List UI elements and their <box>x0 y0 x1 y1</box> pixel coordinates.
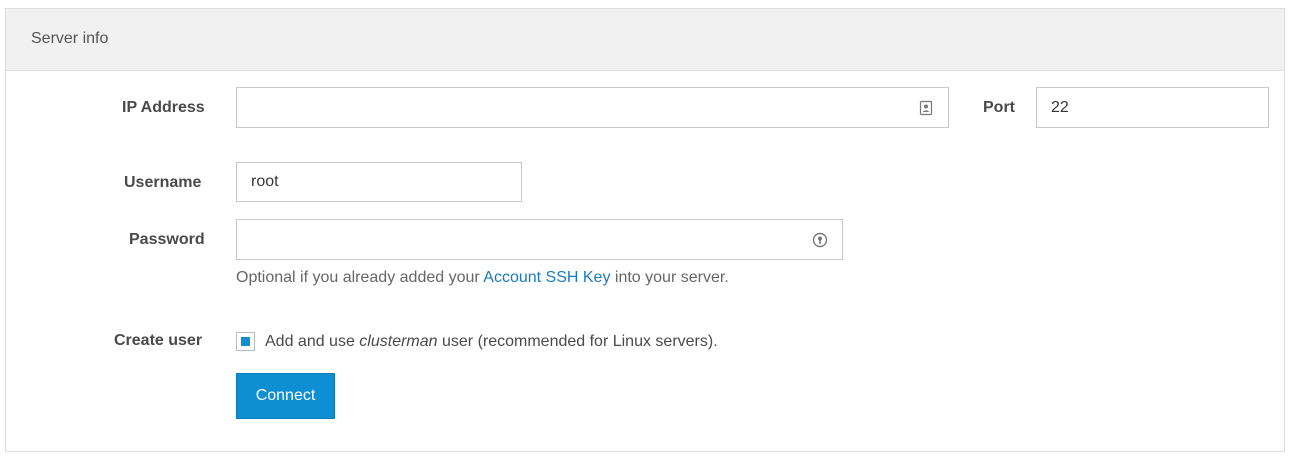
ip-address-label: IP Address <box>122 99 205 116</box>
port-input[interactable]: 22 <box>1036 87 1269 128</box>
create-user-description: Add and use clusterman user (recommended… <box>265 333 718 350</box>
create-user-checkbox[interactable] <box>236 332 255 351</box>
username-label: Username <box>124 174 202 191</box>
password-label: Password <box>129 231 205 248</box>
account-ssh-key-link[interactable]: Account SSH Key <box>483 269 610 286</box>
password-help-text: Optional if you already added your Accou… <box>236 269 729 286</box>
password-manager-icon[interactable] <box>812 232 828 248</box>
ip-address-input[interactable] <box>236 87 949 128</box>
username-input[interactable]: root <box>236 162 522 202</box>
create-user-label: Create user <box>114 332 203 349</box>
server-info-panel: Server info IP Address Port 22 Username … <box>5 8 1285 452</box>
connect-button[interactable]: Connect <box>236 373 335 419</box>
contact-card-icon[interactable] <box>918 100 934 116</box>
panel-title: Server info <box>31 30 109 47</box>
password-input[interactable] <box>236 219 843 260</box>
port-value: 22 <box>1051 98 1069 116</box>
port-label: Port <box>983 99 1015 116</box>
username-value: root <box>251 173 279 190</box>
checkbox-checked-mark <box>241 337 250 346</box>
panel-header: Server info <box>6 9 1284 71</box>
